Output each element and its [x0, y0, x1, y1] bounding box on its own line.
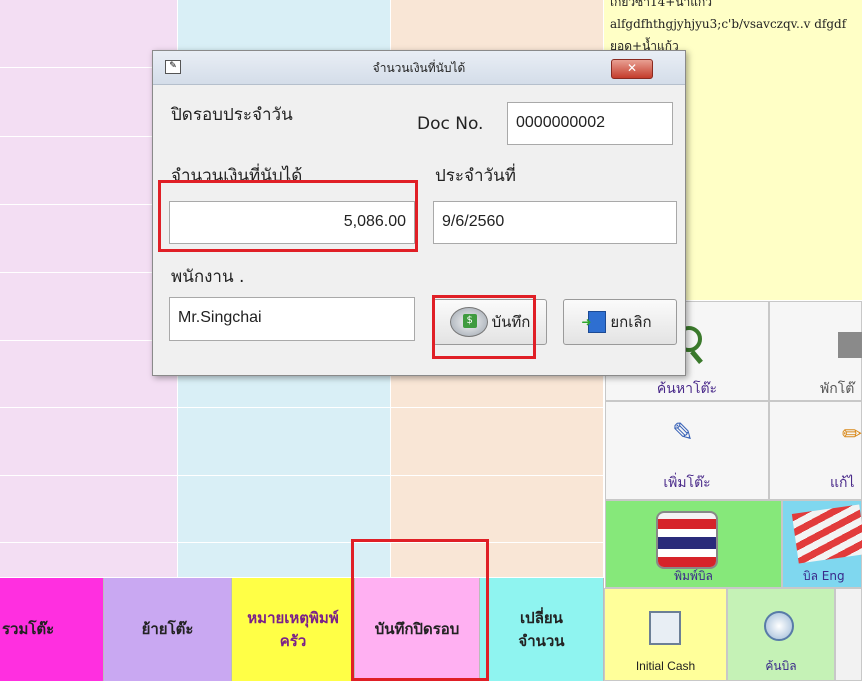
add-table-label: เพิ่มโต๊ะ [663, 475, 711, 491]
search-table-label: ค้นหาโต๊ะ [656, 381, 718, 397]
search-bill-label: ค้นบิล [765, 659, 797, 673]
doc-no-field[interactable]: 0000000002 [507, 102, 673, 145]
merge-table-button[interactable]: รวมโต๊ะ [0, 578, 104, 681]
change-amount-label-2: จำนวน [518, 631, 565, 650]
merge-table-label: รวมโต๊ะ [2, 620, 55, 639]
table-cell[interactable] [178, 408, 391, 476]
print-bill-label: พิมพ์บิล [674, 569, 713, 583]
table-cell[interactable] [178, 476, 391, 543]
exit-door-icon: ➜ [581, 311, 607, 333]
save-highlight-box [432, 295, 536, 359]
date-field[interactable]: 9/6/2560 [433, 201, 677, 244]
table-cell[interactable] [0, 408, 178, 476]
bill-eng-label: บิล Eng [803, 569, 845, 583]
doc-no-label: Doc No. [417, 114, 484, 134]
date-label: ประจำวันที่ [435, 166, 516, 186]
bill-eng-button[interactable]: บิล Eng [782, 500, 862, 588]
thai-flag-icon [656, 511, 718, 569]
amount-highlight-box [158, 180, 418, 252]
note-pad-icon [649, 611, 681, 645]
pause-table-button[interactable]: พักโต๊ [769, 301, 862, 401]
cash-count-dialog: ✎ จำนวนเงินที่นับได้ ✕ ปิดรอบประจำวัน Do… [152, 50, 686, 376]
note-line: เกียวซา14+น้ำแก้ว [610, 0, 713, 9]
cancel-button-label: ยกเลิก [610, 313, 652, 331]
change-amount-button[interactable]: เปลี่ยน จำนวน [480, 578, 604, 681]
cancel-button[interactable]: ➜ ยกเลิก [563, 299, 677, 345]
change-amount-label-1: เปลี่ยน [520, 609, 563, 627]
kitchen-note-button[interactable]: หมายเหตุพิมพ์ ครัว [232, 578, 355, 681]
move-table-button[interactable]: ย้ายโต๊ะ [104, 578, 232, 681]
edit-table-label: แก้ไ [830, 475, 855, 491]
kitchen-note-label-2: ครัว [279, 631, 307, 650]
employee-label: พนักงาน . [171, 267, 245, 287]
table-cell[interactable] [0, 543, 178, 578]
employee-field[interactable]: Mr.Singchai [169, 297, 415, 341]
note-line: alfgdfhthgjyhjyu3;c'b/vsavczqv..v dfgdf [610, 17, 847, 31]
dialog-heading: ปิดรอบประจำวัน [171, 105, 293, 125]
dialog-titlebar[interactable]: ✎ จำนวนเงินที่นับได้ ✕ [153, 51, 685, 85]
search-bill-button[interactable]: ค้นบิล [727, 588, 835, 681]
add-table-button[interactable]: ✎ เพิ่มโต๊ะ [605, 401, 769, 500]
pencil-icon: ✏ [842, 420, 862, 448]
initial-cash-label: Initial Cash [635, 659, 696, 673]
initial-cash-button[interactable]: Initial Cash [604, 588, 727, 681]
us-flag-icon [791, 504, 862, 564]
table-cell[interactable] [0, 476, 178, 543]
close-icon[interactable]: ✕ [611, 59, 653, 79]
add-table-icon: ✎ [672, 418, 694, 448]
kitchen-note-label-1: หมายเหตุพิมพ์ [247, 609, 339, 627]
dialog-title: จำนวนเงินที่นับได้ [372, 61, 466, 75]
edit-table-button[interactable]: ✏ แก้ไ [769, 401, 862, 500]
search-bill-icon [764, 611, 794, 641]
pause-table-label: พักโต๊ [820, 381, 855, 397]
pause-icon [838, 332, 862, 358]
highlight-box [351, 539, 489, 681]
print-bill-button[interactable]: พิมพ์บิล [605, 500, 782, 588]
table-cell[interactable] [391, 476, 604, 543]
table-cell[interactable] [391, 408, 604, 476]
move-table-label: ย้ายโต๊ะ [141, 620, 194, 639]
more-button[interactable] [835, 588, 862, 681]
